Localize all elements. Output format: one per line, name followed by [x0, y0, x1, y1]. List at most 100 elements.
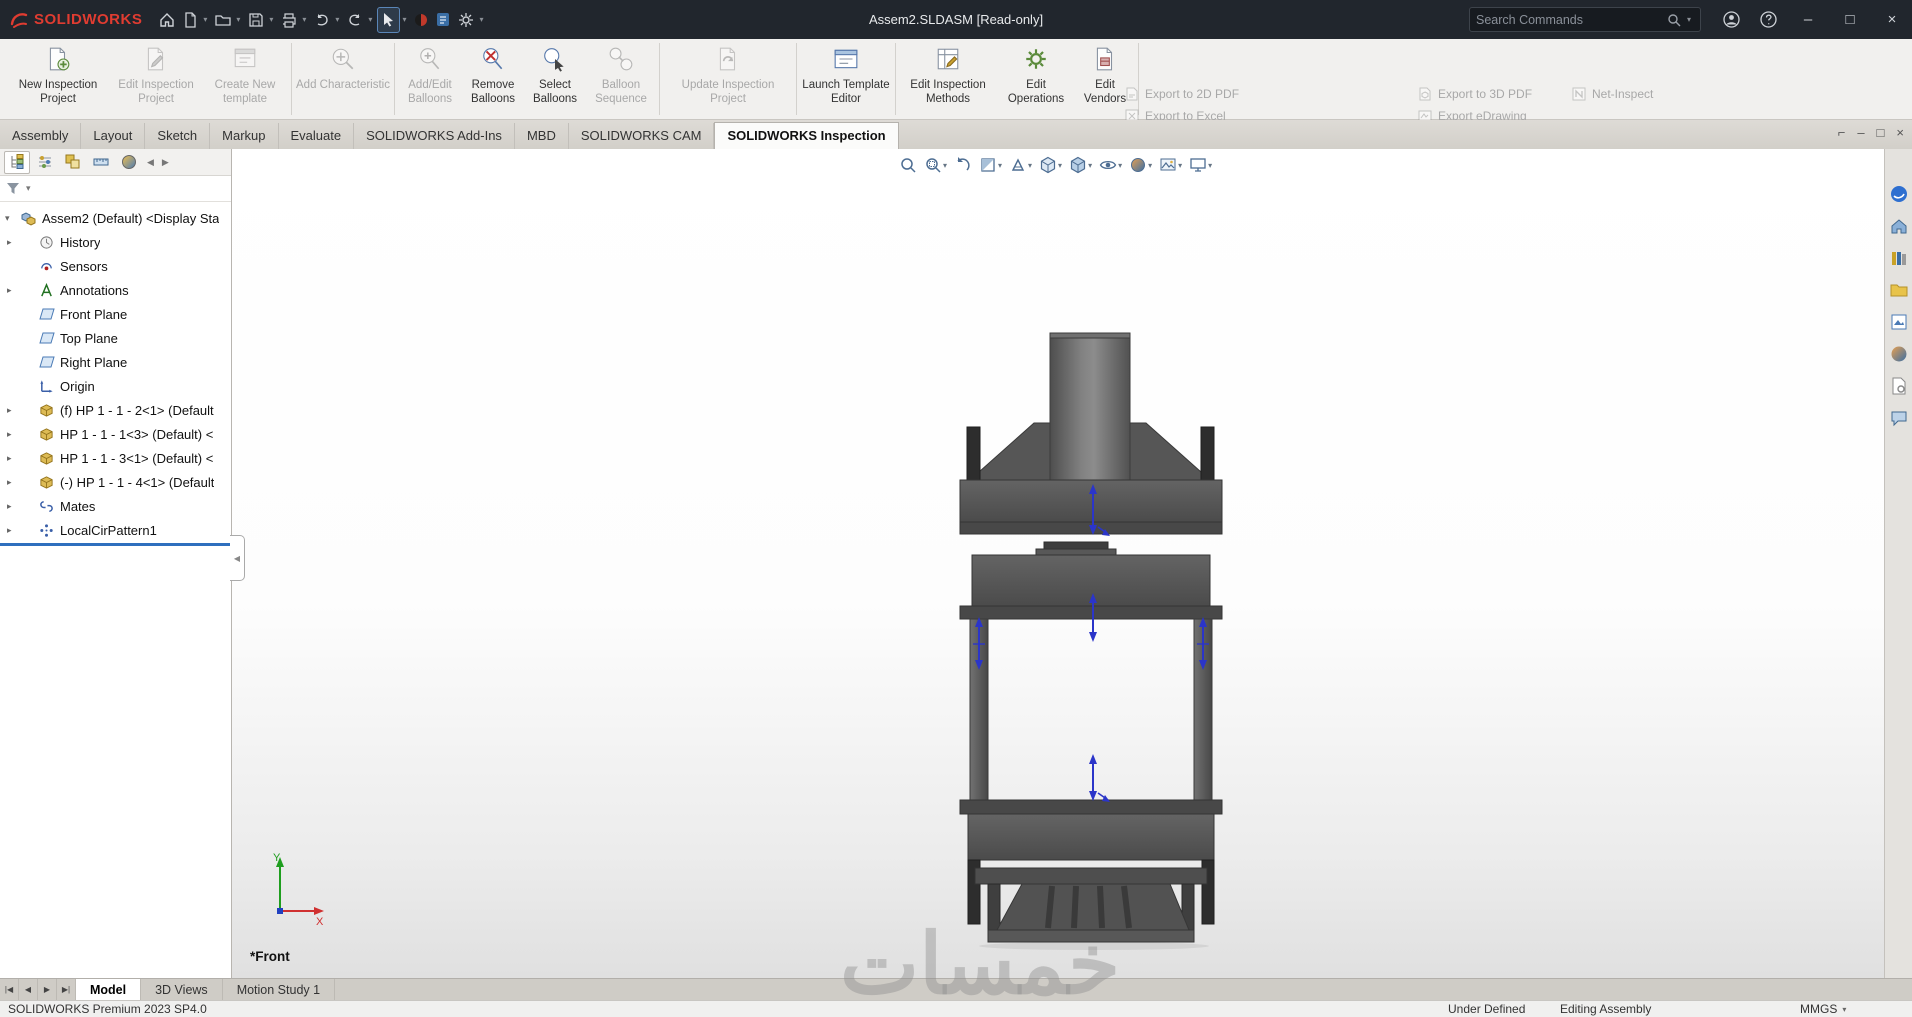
- propertymanager-tab[interactable]: [32, 151, 58, 174]
- close-document-icon[interactable]: ×: [1896, 125, 1904, 140]
- expand-arrow-icon[interactable]: ▸: [7, 422, 12, 446]
- edit-appearance-icon[interactable]: ▾: [1127, 154, 1154, 176]
- panel-tabs-left-icon[interactable]: ◀: [144, 157, 157, 168]
- print-caret-icon[interactable]: ▾: [302, 15, 306, 24]
- tree-item-annotations[interactable]: ▸ Annotations: [0, 278, 231, 302]
- tab-mbd[interactable]: MBD: [515, 123, 569, 149]
- new-document-icon[interactable]: [180, 7, 201, 33]
- tab-3d-views[interactable]: 3D Views: [141, 979, 223, 1000]
- configurationmanager-tab[interactable]: [60, 151, 86, 174]
- tab-layout[interactable]: Layout: [81, 123, 146, 149]
- expand-arrow-icon[interactable]: ▾: [5, 206, 10, 230]
- expand-arrow-icon[interactable]: ▸: [7, 494, 12, 518]
- tree-item-mates[interactable]: ▸ Mates: [0, 494, 231, 518]
- edit-inspection-project-button[interactable]: Edit Inspection Project: [110, 41, 202, 117]
- export-3d-pdf-button[interactable]: Export to 3D PDF: [1418, 83, 1532, 105]
- display-style-caret-icon[interactable]: ▾: [1088, 161, 1092, 170]
- select-cursor-icon[interactable]: [377, 6, 401, 33]
- view-palette-icon[interactable]: [1888, 311, 1910, 333]
- remove-balloons-button[interactable]: Remove Balloons: [462, 41, 524, 117]
- zoom-to-area-icon[interactable]: ▾: [922, 154, 949, 176]
- last-tab-icon[interactable]: ▶|: [57, 979, 76, 1000]
- add-characteristic-button[interactable]: Add Characteristic: [295, 41, 391, 117]
- section-view-icon[interactable]: ▾: [977, 154, 1004, 176]
- record-icon[interactable]: [411, 7, 431, 33]
- display-style-icon[interactable]: ▾: [1067, 154, 1094, 176]
- new-inspection-project-button[interactable]: New Inspection Project: [6, 41, 110, 117]
- zoom-caret-icon[interactable]: ▾: [943, 161, 947, 170]
- tree-item-sensors[interactable]: Sensors: [0, 254, 231, 278]
- help-icon[interactable]: [1757, 7, 1780, 33]
- add-edit-balloons-button[interactable]: Add/Edit Balloons: [398, 41, 462, 117]
- gear-icon[interactable]: [455, 7, 477, 33]
- filter-caret-icon[interactable]: ▾: [23, 183, 34, 194]
- expand-arrow-icon[interactable]: ▸: [7, 470, 12, 494]
- select-balloons-button[interactable]: Select Balloons: [524, 41, 586, 117]
- tab-markup[interactable]: Markup: [210, 123, 279, 149]
- tree-item-right-plane[interactable]: Right Plane: [0, 350, 231, 374]
- update-inspection-project-button[interactable]: Update Inspection Project: [663, 41, 793, 117]
- tab-model[interactable]: Model: [76, 979, 142, 1000]
- dimxpertmanager-tab[interactable]: [88, 151, 114, 174]
- select-caret-icon[interactable]: ▾: [402, 15, 406, 24]
- net-inspect-button[interactable]: Net-Inspect: [1572, 83, 1653, 105]
- redo-caret-icon[interactable]: ▾: [368, 15, 372, 24]
- panel-tabs-right-icon[interactable]: ▶: [159, 157, 172, 168]
- expand-arrow-icon[interactable]: ▸: [7, 398, 12, 422]
- forum-icon[interactable]: [1888, 407, 1910, 429]
- zoom-to-fit-icon[interactable]: [897, 154, 919, 176]
- print-icon[interactable]: [278, 7, 300, 33]
- tab-solidworks-cam[interactable]: SOLIDWORKS CAM: [569, 123, 715, 149]
- redo-icon[interactable]: [344, 7, 366, 33]
- tab-motion-study-1[interactable]: Motion Study 1: [223, 979, 336, 1000]
- panel-splitter-handle[interactable]: ◀: [230, 535, 245, 581]
- appearance-caret-icon[interactable]: ▾: [1148, 161, 1152, 170]
- view-orientation-icon[interactable]: ▾: [1037, 154, 1064, 176]
- view-settings-caret-icon[interactable]: ▾: [1208, 161, 1212, 170]
- tab-assembly[interactable]: Assembly: [0, 123, 82, 149]
- view-orientation-caret-icon[interactable]: ▾: [1058, 161, 1062, 170]
- expand-arrow-icon[interactable]: ▸: [7, 446, 12, 470]
- edit-operations-button[interactable]: Edit Operations: [997, 41, 1075, 117]
- tree-item-component-hp4[interactable]: ▸ (-) HP 1 - 1 - 4<1> (Default: [0, 470, 231, 494]
- search-commands-box[interactable]: ▾: [1469, 7, 1701, 32]
- previous-tab-icon[interactable]: ◀: [19, 979, 38, 1000]
- tree-item-front-plane[interactable]: Front Plane: [0, 302, 231, 326]
- undo-icon[interactable]: [311, 7, 333, 33]
- expand-arrow-icon[interactable]: ▸: [7, 278, 12, 302]
- search-caret-icon[interactable]: ▾: [1687, 15, 1691, 24]
- save-icon[interactable]: [245, 7, 267, 33]
- expand-arrow-icon[interactable]: ▸: [7, 230, 12, 254]
- user-account-icon[interactable]: [1720, 7, 1743, 33]
- tab-evaluate[interactable]: Evaluate: [279, 123, 355, 149]
- file-explorer-icon[interactable]: [1888, 279, 1910, 301]
- gear-caret-icon[interactable]: ▾: [479, 15, 483, 24]
- dynamic-annotation-icon[interactable]: ▾: [1007, 154, 1034, 176]
- featuremanager-tree-tab[interactable]: [4, 150, 30, 174]
- undo-caret-icon[interactable]: ▾: [335, 15, 339, 24]
- minimize-window-icon[interactable]: –: [1794, 11, 1822, 28]
- open-caret-icon[interactable]: ▾: [236, 15, 240, 24]
- hide-show-items-icon[interactable]: ▾: [1097, 154, 1124, 176]
- save-caret-icon[interactable]: ▾: [269, 15, 273, 24]
- design-library-icon[interactable]: [1888, 247, 1910, 269]
- custom-properties-icon[interactable]: [1888, 375, 1910, 397]
- graphics-viewport[interactable]: ▾ ▾ ▾ ▾ ▾ ▾ ▾ ▾ ▾ Y X *Front: [232, 149, 1884, 978]
- tree-item-assembly-root[interactable]: ▾ Assem2 (Default) <Display Sta: [0, 206, 231, 230]
- appearances-scenes-icon[interactable]: [1888, 343, 1910, 365]
- section-caret-icon[interactable]: ▾: [998, 161, 1002, 170]
- previous-view-icon[interactable]: [952, 154, 974, 176]
- tab-solidworks-add-ins[interactable]: SOLIDWORKS Add-Ins: [354, 123, 515, 149]
- hide-show-caret-icon[interactable]: ▾: [1118, 161, 1122, 170]
- search-input[interactable]: [1476, 12, 1661, 27]
- tree-item-top-plane[interactable]: Top Plane: [0, 326, 231, 350]
- undock-commandmanager-icon[interactable]: ⌐: [1838, 125, 1846, 140]
- edit-inspection-methods-button[interactable]: Edit Inspection Methods: [899, 41, 997, 117]
- tree-item-origin[interactable]: Origin: [0, 374, 231, 398]
- annotation-caret-icon[interactable]: ▾: [1028, 161, 1032, 170]
- new-document-caret-icon[interactable]: ▾: [203, 15, 207, 24]
- restore-document-icon[interactable]: □: [1877, 125, 1885, 140]
- launch-template-editor-button[interactable]: Launch Template Editor: [800, 41, 892, 117]
- home-icon[interactable]: [156, 7, 178, 33]
- expand-arrow-icon[interactable]: ▸: [7, 518, 12, 542]
